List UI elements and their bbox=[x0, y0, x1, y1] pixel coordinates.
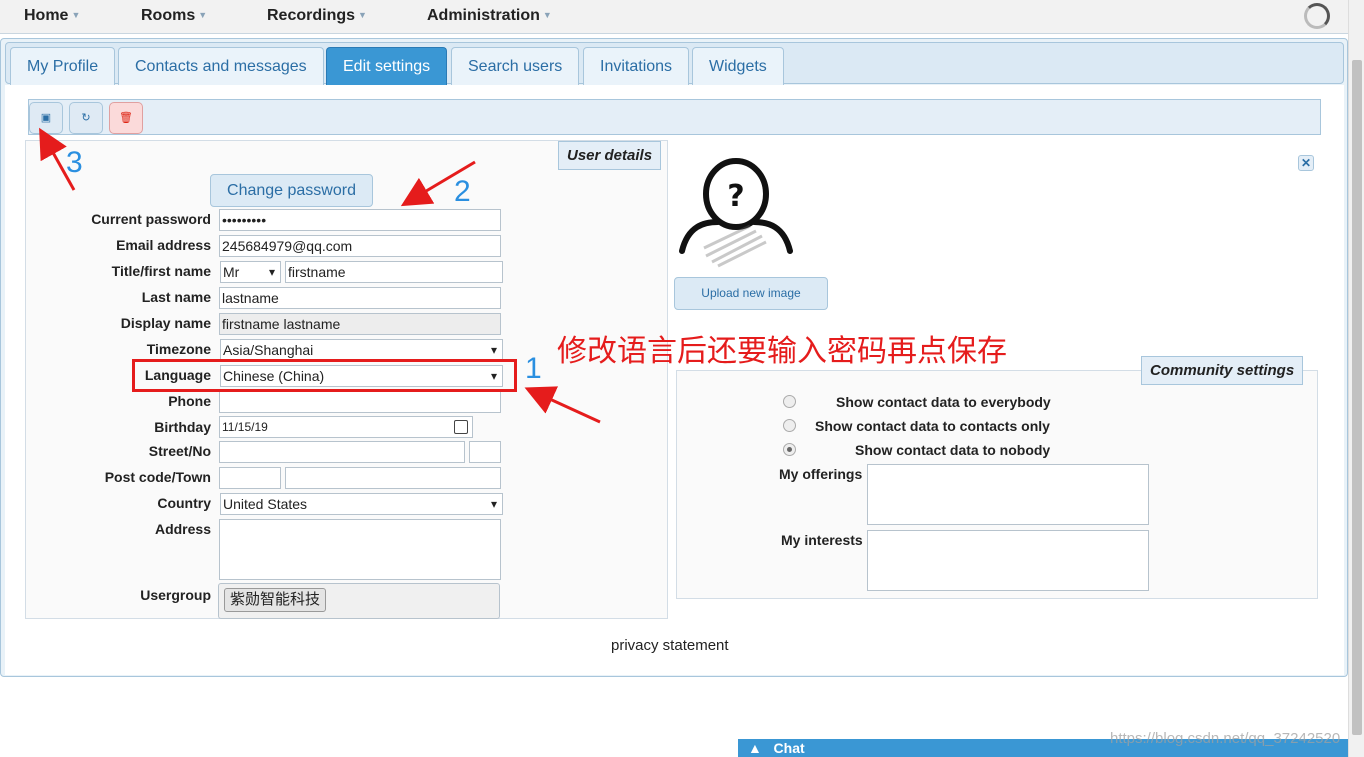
vertical-scrollbar[interactable] bbox=[1348, 0, 1364, 757]
annotation-number-1: 1 bbox=[525, 352, 542, 385]
chevron-down-icon: ▼ bbox=[358, 10, 367, 20]
user-details-legend: User details bbox=[558, 141, 662, 170]
privacy-statement-link[interactable]: privacy statement bbox=[611, 637, 729, 654]
trash-icon: 🗑 bbox=[119, 112, 133, 124]
interests-label: My interests bbox=[781, 532, 863, 548]
post-town-label: Post code/Town bbox=[104, 469, 211, 485]
top-menu: Home ▼ Rooms ▼ Recordings ▼ Administration ▼ bbox=[0, 0, 1348, 34]
save-button[interactable]: ▣ bbox=[29, 102, 63, 134]
svg-text:?: ? bbox=[727, 179, 744, 214]
calendar-icon[interactable] bbox=[454, 420, 468, 434]
tab-contacts-messages[interactable]: Contacts and messages bbox=[118, 47, 324, 85]
birthday-input[interactable]: 11/15/19 bbox=[219, 416, 473, 438]
title-select[interactable]: Mr bbox=[220, 261, 281, 283]
radio-everybody-label: Show contact data to everybody bbox=[836, 394, 1051, 410]
chevron-down-icon: ▼ bbox=[71, 10, 81, 20]
country-select[interactable]: United States bbox=[220, 493, 503, 515]
street-label: Street/No bbox=[148, 443, 211, 459]
email-input[interactable]: 245684979@qq.com bbox=[219, 235, 501, 257]
menu-recordings[interactable]: Recordings ▼ bbox=[267, 7, 367, 25]
radio-contacts-only[interactable] bbox=[783, 419, 796, 432]
tab-widgets[interactable]: Widgets bbox=[692, 47, 784, 85]
last-name-label: Last name bbox=[141, 289, 211, 305]
tab-invitations[interactable]: Invitations bbox=[583, 47, 690, 85]
refresh-icon: ↻ bbox=[81, 112, 91, 124]
title-first-label: Title/first name bbox=[111, 263, 211, 279]
radio-everybody[interactable] bbox=[783, 395, 796, 408]
phone-label: Phone bbox=[168, 393, 211, 409]
address-label: Address bbox=[154, 521, 211, 537]
current-password-label: Current password bbox=[91, 211, 211, 227]
radio-contacts-only-label: Show contact data to contacts only bbox=[815, 418, 1050, 434]
close-icon[interactable]: ✕ bbox=[1298, 155, 1314, 171]
display-name-input: firstname lastname bbox=[219, 313, 501, 335]
save-icon: ▣ bbox=[40, 112, 52, 124]
chevron-up-icon: ▲ bbox=[748, 740, 762, 756]
street-input[interactable] bbox=[219, 441, 465, 463]
radio-nobody-label: Show contact data to nobody bbox=[855, 442, 1051, 458]
radio-nobody[interactable] bbox=[783, 443, 796, 456]
phone-input[interactable] bbox=[219, 391, 501, 413]
post-code-input[interactable] bbox=[219, 467, 281, 489]
usergroup-field[interactable]: 紫勋智能科技 bbox=[218, 583, 500, 619]
scrollbar-thumb[interactable] bbox=[1352, 60, 1362, 735]
chevron-down-icon: ▼ bbox=[198, 10, 208, 20]
offerings-label: My offerings bbox=[779, 466, 863, 482]
annotation-number-3: 3 bbox=[66, 146, 83, 179]
loading-spinner-icon bbox=[1304, 3, 1330, 29]
annotation-number-2: 2 bbox=[454, 175, 471, 208]
offerings-textarea[interactable] bbox=[867, 464, 1149, 525]
address-textarea[interactable] bbox=[219, 519, 501, 580]
timezone-label: Timezone bbox=[146, 341, 211, 357]
email-label: Email address bbox=[116, 237, 211, 253]
menu-rooms[interactable]: Rooms ▼ bbox=[141, 7, 207, 25]
town-input[interactable] bbox=[285, 467, 501, 489]
chevron-down-icon: ▼ bbox=[542, 10, 552, 20]
annotation-note: 修改语言后还要输入密码再点保存 bbox=[557, 335, 1007, 368]
interests-textarea[interactable] bbox=[867, 530, 1149, 591]
menu-home[interactable]: Home ▼ bbox=[24, 7, 80, 25]
house-number-input[interactable] bbox=[469, 441, 501, 463]
delete-button[interactable]: 🗑 bbox=[109, 102, 143, 134]
first-name-input[interactable]: firstname bbox=[285, 261, 503, 283]
watermark: https://blog.csdn.net/qq_37242520 bbox=[1110, 730, 1341, 747]
tab-search-users[interactable]: Search users bbox=[451, 47, 580, 85]
change-password-button[interactable]: Change password bbox=[210, 174, 373, 207]
toolbar: ▣ ↻ 🗑 bbox=[28, 99, 1321, 135]
current-password-input[interactable]: ••••••••• bbox=[219, 209, 501, 231]
community-settings-legend: Community settings bbox=[1141, 356, 1304, 385]
usergroup-label: Usergroup bbox=[140, 587, 211, 603]
avatar-placeholder-icon: ? bbox=[679, 158, 793, 268]
tab-my-profile[interactable]: My Profile bbox=[10, 47, 116, 85]
menu-administration[interactable]: Administration ▼ bbox=[427, 7, 552, 25]
upload-image-button[interactable]: Upload new image bbox=[674, 277, 828, 310]
usergroup-tag[interactable]: 紫勋智能科技 bbox=[224, 588, 327, 612]
tab-bar: My Profile Contacts and messages Edit se… bbox=[5, 42, 1344, 85]
timezone-select[interactable]: Asia/Shanghai bbox=[220, 339, 503, 361]
display-name-label: Display name bbox=[120, 315, 211, 331]
country-label: Country bbox=[157, 495, 211, 511]
refresh-button[interactable]: ↻ bbox=[69, 102, 103, 134]
last-name-input[interactable]: lastname bbox=[219, 287, 501, 309]
language-highlight-box bbox=[132, 359, 517, 392]
tab-edit-settings[interactable]: Edit settings bbox=[326, 47, 448, 85]
birthday-label: Birthday bbox=[154, 419, 211, 435]
